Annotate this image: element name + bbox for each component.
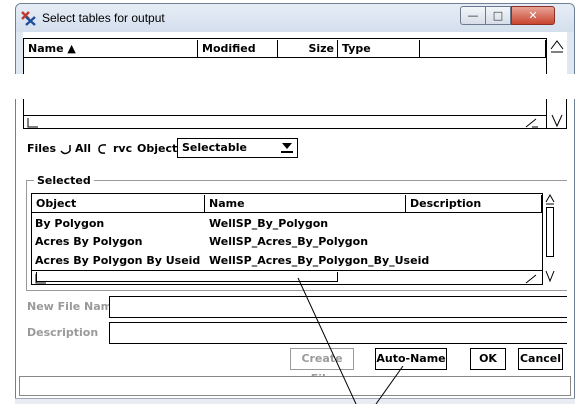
column-header-type[interactable]: Type	[338, 40, 420, 57]
close-button[interactable]: ✕	[511, 6, 555, 25]
files-label: Files	[27, 142, 57, 155]
scroll-up-icon[interactable]	[547, 38, 567, 74]
row-object[interactable]: Acres By Polygon	[35, 233, 143, 251]
file-list-vertical-scrollbar[interactable]	[546, 38, 567, 74]
file-list-horizontal-scrollbar[interactable]	[24, 115, 546, 128]
scroll-up-icon	[545, 193, 555, 203]
all-radio[interactable]	[59, 142, 72, 155]
auto-name-button[interactable]: Auto-Name	[375, 348, 447, 370]
window-title: Select tables for output	[42, 11, 165, 25]
rvc-radio[interactable]	[96, 142, 109, 155]
rvc-label[interactable]: rvc	[113, 140, 132, 158]
column-header-extra	[420, 40, 546, 57]
ok-button[interactable]: OK	[470, 348, 506, 370]
dropdown-arrow-icon[interactable]	[280, 141, 294, 153]
header-divider	[24, 57, 547, 58]
column-header-size[interactable]: Size	[278, 40, 338, 57]
maximize-button[interactable]: □	[486, 6, 511, 25]
file-list-scroll-corner	[546, 99, 567, 129]
window-bottom-edge	[15, 398, 575, 404]
new-file-name-label: New File Name	[27, 300, 120, 313]
column-header-modified[interactable]: Modified	[198, 40, 278, 57]
selected-group-legend: Selected	[34, 174, 94, 187]
column-header-object[interactable]: Object	[32, 195, 205, 212]
cancel-button[interactable]: Cancel	[518, 348, 563, 370]
selected-horizontal-thumb[interactable]	[36, 272, 338, 282]
selected-scroll-thumb[interactable]	[546, 207, 554, 257]
new-file-name-field[interactable]	[109, 296, 567, 318]
create-file-button[interactable]: Create File	[290, 348, 354, 385]
row-object[interactable]: By Polygon	[35, 215, 104, 233]
all-label[interactable]: All	[75, 140, 91, 158]
row-object[interactable]: Acres By Polygon By Useid	[35, 252, 200, 270]
row-name[interactable]: WellSP_Acres_By_Polygon	[209, 233, 368, 251]
scroll-left-icon	[27, 118, 38, 128]
column-header-description[interactable]: Description	[406, 195, 542, 212]
app-icon	[20, 10, 38, 26]
scroll-right-icon	[525, 118, 537, 128]
minimize-button[interactable]: —	[460, 6, 486, 25]
scroll-down-icon	[545, 270, 555, 283]
scroll-right-icon	[525, 274, 537, 284]
column-header-name[interactable]: Name ▲	[24, 40, 198, 57]
description-field[interactable]	[109, 322, 567, 344]
row-name[interactable]: WellSP_By_Polygon	[209, 215, 328, 233]
description-label: Description	[27, 326, 99, 339]
selected-header-divider	[32, 212, 543, 213]
scroll-down-icon	[551, 114, 563, 128]
column-header-selected-name[interactable]: Name	[205, 195, 406, 212]
status-bar	[19, 376, 571, 396]
row-name[interactable]: WellSP_Acres_By_Polygon_By_Useid	[209, 252, 429, 270]
